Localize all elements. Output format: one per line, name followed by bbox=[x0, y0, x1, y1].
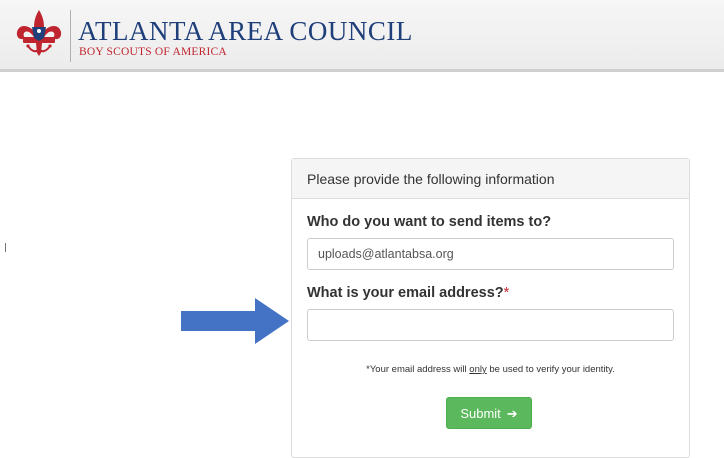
arrow-right-icon: ➔ bbox=[506, 405, 518, 421]
note-suffix: be used to verify your identity. bbox=[486, 364, 615, 375]
required-marker: * bbox=[503, 285, 510, 301]
email-label: What is your email address?* bbox=[307, 285, 509, 301]
blue-arrow-icon bbox=[181, 298, 289, 344]
council-name: ATLANTA AREA COUNCIL bbox=[78, 16, 413, 46]
edge-mark bbox=[5, 243, 6, 252]
note-emphasis: only bbox=[469, 364, 487, 375]
submit-label: Submit bbox=[460, 405, 501, 421]
verification-note: *Your email address will only be used to… bbox=[292, 364, 689, 375]
site-header: ATLANTA AREA COUNCIL BOY SCOUTS OF AMERI… bbox=[0, 0, 724, 72]
logo-divider bbox=[70, 10, 71, 62]
bsa-fleur-de-lis-logo[interactable] bbox=[14, 8, 64, 64]
panel-heading: Please provide the following information bbox=[292, 159, 689, 199]
note-prefix: *Your email address will bbox=[366, 364, 470, 375]
info-form-panel: Please provide the following information… bbox=[291, 158, 690, 458]
email-label-text: What is your email address? bbox=[307, 285, 504, 301]
recipient-label: Who do you want to send items to? bbox=[307, 214, 552, 230]
council-subtitle: BOY SCOUTS OF AMERICA bbox=[79, 46, 227, 58]
submit-button[interactable]: Submit ➔ bbox=[446, 397, 532, 429]
email-field[interactable] bbox=[307, 309, 674, 341]
recipient-field[interactable] bbox=[307, 238, 674, 270]
